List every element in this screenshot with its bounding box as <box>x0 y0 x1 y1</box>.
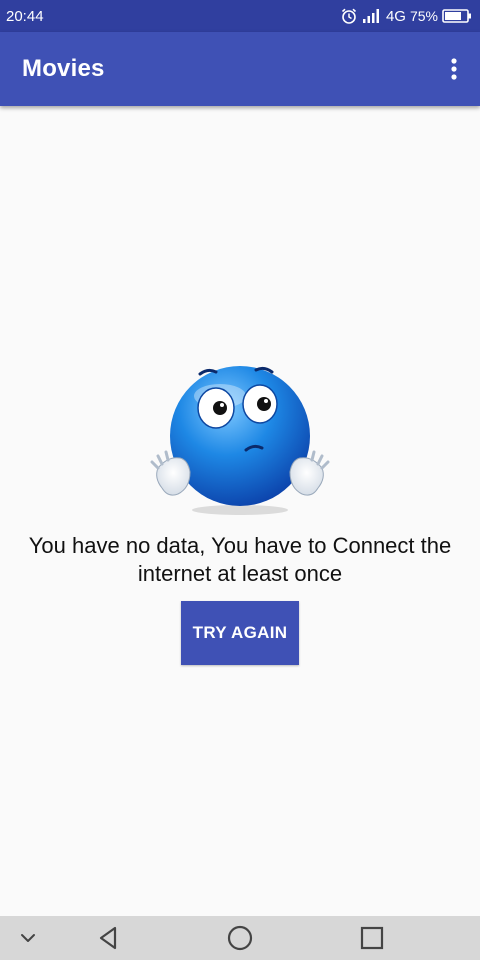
confused-emoji-icon <box>150 360 330 516</box>
app-bar: Movies <box>0 32 480 106</box>
home-icon[interactable] <box>220 916 260 960</box>
battery-icon <box>442 9 472 23</box>
no-data-message: You have no data, You have to Connect th… <box>28 533 452 586</box>
recents-icon[interactable] <box>352 916 392 960</box>
navigation-bar <box>0 916 480 960</box>
app-title: Movies <box>22 55 105 82</box>
chevron-down-icon[interactable] <box>10 916 46 960</box>
alarm-icon <box>340 7 358 25</box>
empty-state: You have no data, You have to Connect th… <box>0 106 480 916</box>
network-type: 4G <box>385 7 406 25</box>
battery-percent: 75% <box>409 8 438 24</box>
signal-icon <box>362 8 382 24</box>
status-icons: 4G 75% <box>340 7 472 25</box>
more-vert-icon[interactable] <box>440 49 468 89</box>
status-bar: 20:44 4G 75% <box>0 0 480 32</box>
try-again-button[interactable]: TRY AGAIN <box>181 601 299 665</box>
back-icon[interactable] <box>88 916 128 960</box>
status-time: 20:44 <box>6 7 44 25</box>
